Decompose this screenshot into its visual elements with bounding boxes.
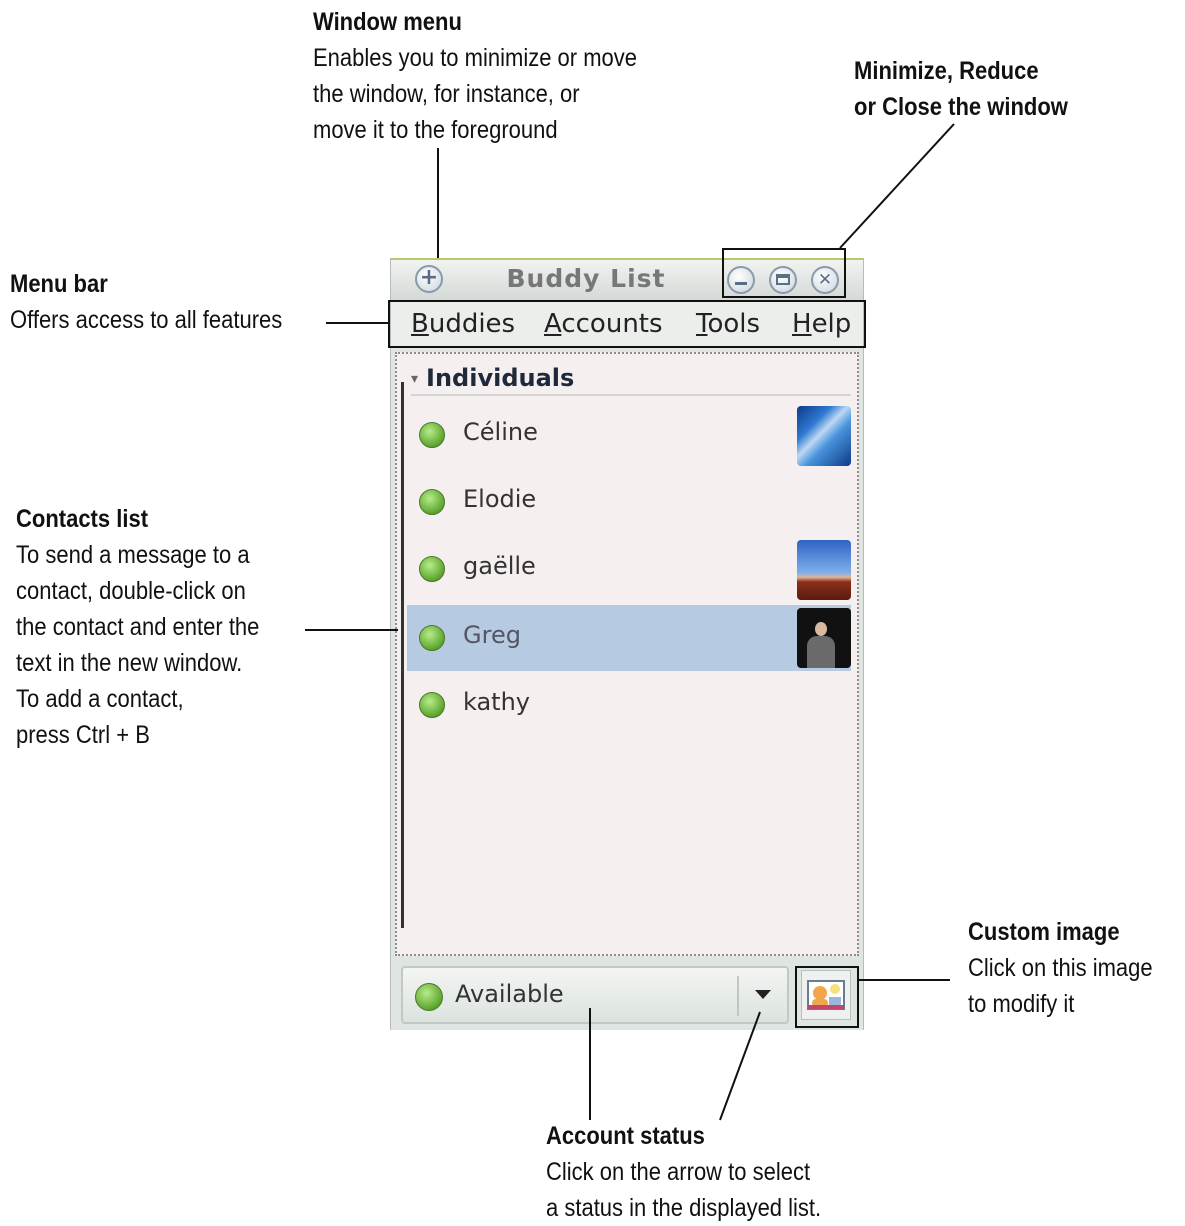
menu-bar-annotation: Menu bar Offers access to all features [10,266,282,338]
annotation-title: Menu bar [10,270,108,298]
annotation-line: a status in the displayed list. [546,1194,822,1222]
annotation-line: to modify it [968,990,1075,1018]
buddy-avatar [797,540,851,600]
status-available-icon [415,983,443,1011]
contact-row[interactable]: kathy [407,674,851,736]
status-separator [737,976,739,1016]
contact-name: Greg [463,621,521,649]
contact-name: Céline [463,418,538,446]
contact-name: kathy [463,688,531,716]
annotation-title: Window menu [313,8,462,36]
contact-row[interactable]: gaëlle [407,538,851,600]
account-status-annotation: Account status Click on the arrow to sel… [546,1118,821,1226]
buddy-list-window: + Buddy List ✕ Buddies Accounts Tools He… [390,258,864,1030]
contacts-list[interactable]: ▾ Individuals Céline Elodie gaëlle Greg [395,352,859,956]
annotation-line: Click on the arrow to select [546,1158,811,1186]
contact-name: gaëlle [463,552,536,580]
annotation-title: Minimize, Reduce [854,57,1039,85]
avatar-face [815,622,827,636]
custom-image-annotation: Custom image Click on this image to modi… [968,914,1153,1022]
avatar-body [807,636,835,668]
window-menu-icon[interactable]: + [415,265,443,293]
status-selector[interactable]: Available [401,966,789,1024]
status-available-icon [419,625,445,651]
scrollbar[interactable] [401,382,404,928]
status-available-icon [419,422,445,448]
status-available-icon [419,556,445,582]
buddy-avatar [797,406,851,466]
annotation-line: text in the new window. [16,649,243,677]
group-header[interactable]: ▾ Individuals [411,364,574,392]
annotation-line: press Ctrl + B [16,721,150,749]
annotation-line: Click on this image [968,954,1153,982]
status-label: Available [455,980,564,1008]
leader-line [839,123,955,249]
annotation-line: To add a contact, [16,685,184,713]
contact-row[interactable]: Elodie [407,471,851,533]
annotation-title: Account status [546,1122,705,1150]
status-available-icon [419,489,445,515]
annotation-line: Enables you to minimize or move [313,44,638,72]
annotation-line: Offers access to all features [10,306,283,334]
buddy-avatar [797,608,851,668]
annotation-line: To send a message to a [16,541,250,569]
annotation-line: the contact and enter the [16,613,260,641]
custom-image-highlight [795,966,859,1028]
annotation-title: or Close the window [854,93,1068,121]
contact-row-selected[interactable]: Greg [407,605,851,671]
annotation-line: contact, double-click on [16,577,246,605]
menu-bar-highlight [388,300,866,348]
status-available-icon [419,692,445,718]
window-menu-annotation: Window menu Enables you to minimize or m… [313,4,637,148]
min-close-annotation: Minimize, Reduce or Close the window [854,53,1068,125]
contacts-list-annotation: Contacts list To send a message to a con… [16,501,259,753]
contact-row[interactable]: Céline [407,404,851,466]
annotation-title: Custom image [968,918,1120,946]
status-dropdown-icon[interactable] [755,990,771,999]
contact-name: Elodie [463,485,537,513]
window-title: Buddy List [506,264,666,293]
group-divider [411,394,851,396]
annotation-line: the window, for instance, or [313,80,580,108]
window-buttons-highlight [722,248,846,298]
annotation-line: move it to the foreground [313,116,558,144]
chevron-down-icon[interactable]: ▾ [411,371,418,387]
annotation-title: Contacts list [16,505,149,533]
group-label: Individuals [426,364,575,392]
